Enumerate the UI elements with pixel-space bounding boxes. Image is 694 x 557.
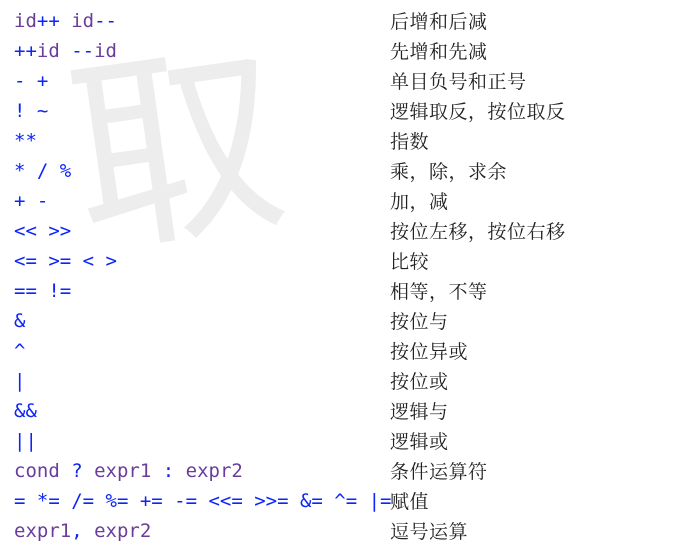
table-row: ! ~ 逻辑取反，按位取反 [14, 96, 680, 126]
identifier-token: expr2 [186, 460, 243, 482]
table-row: + - 加，减 [14, 186, 680, 216]
description-cell: 比较 [390, 246, 429, 276]
identifier-token: expr1 [94, 460, 163, 482]
identifier-token: id [71, 10, 94, 32]
table-row: - + 单目负号和正号 [14, 66, 680, 96]
operator-cell: ^ [14, 336, 390, 366]
description-cell: 先增和先减 [390, 36, 488, 66]
table-row: ^ 按位异或 [14, 336, 680, 366]
operator-token: == != [14, 280, 71, 302]
description-cell: 赋值 [390, 486, 429, 516]
operator-cell: + - [14, 186, 390, 216]
operator-cell: ** [14, 126, 390, 156]
operator-cell: id++ id-- [14, 6, 390, 36]
operator-cell: << >> [14, 216, 390, 246]
table-row: expr1, expr2逗号运算 [14, 516, 680, 546]
operator-token: -- [71, 40, 94, 62]
operator-token: , [71, 520, 94, 542]
operator-token: & [14, 310, 25, 332]
table-row: * / % 乘，除，求余 [14, 156, 680, 186]
operator-cell: cond ? expr1 : expr2 [14, 456, 390, 486]
operator-token: ! ~ [14, 100, 48, 122]
operator-table: id++ id--后增和后减++id --id先增和先减- +单目负号和正号! … [0, 0, 694, 552]
description-cell: 条件运算符 [390, 456, 488, 486]
table-row: id++ id--后增和后减 [14, 6, 680, 36]
identifier-token: id [94, 40, 117, 62]
operator-token: ** [14, 130, 37, 152]
operator-token: = *= /= %= += -= <<= >>= &= ^= |= [14, 490, 392, 512]
table-row: <= >= < > 比较 [14, 246, 680, 276]
table-row: ** 指数 [14, 126, 680, 156]
operator-token: ++ [14, 40, 37, 62]
table-row: = *= /= %= += -= <<= >>= &= ^= |=赋值 [14, 486, 680, 516]
operator-token: << >> [14, 220, 71, 242]
description-cell: 逻辑取反，按位取反 [390, 96, 566, 126]
operator-token: ^ [14, 340, 25, 362]
operator-token: - + [14, 70, 48, 92]
identifier-token: expr1 [14, 520, 71, 542]
description-cell: 乘，除，求余 [390, 156, 507, 186]
operator-cell: && [14, 396, 390, 426]
table-row: cond ? expr1 : expr2条件运算符 [14, 456, 680, 486]
operator-cell: == != [14, 276, 390, 306]
operator-cell: - + [14, 66, 390, 96]
identifier-token: id [37, 40, 71, 62]
operator-token: | [14, 370, 25, 392]
description-cell: 按位或 [390, 366, 449, 396]
identifier-token: id [14, 10, 37, 32]
description-cell: 后增和后减 [390, 6, 488, 36]
operator-token: * / % [14, 160, 71, 182]
description-cell: 逻辑与 [390, 396, 449, 426]
operator-token: -- [94, 10, 117, 32]
table-row: == != 相等，不等 [14, 276, 680, 306]
operator-cell: expr1, expr2 [14, 516, 390, 546]
operator-cell: ! ~ [14, 96, 390, 126]
operator-cell: & [14, 306, 390, 336]
operator-cell: | [14, 366, 390, 396]
description-cell: 按位异或 [390, 336, 468, 366]
operator-token: ? [71, 460, 94, 482]
description-cell: 逗号运算 [390, 516, 468, 546]
operator-cell: = *= /= %= += -= <<= >>= &= ^= |= [14, 486, 390, 516]
description-cell: 相等，不等 [390, 276, 488, 306]
operator-token: ++ [37, 10, 71, 32]
table-row: ++id --id先增和先减 [14, 36, 680, 66]
operator-token: || [14, 430, 37, 452]
table-row: || 逻辑或 [14, 426, 680, 456]
operator-cell: ++id --id [14, 36, 390, 66]
operator-token: <= >= < > [14, 250, 117, 272]
operator-cell: * / % [14, 156, 390, 186]
operator-cell: || [14, 426, 390, 456]
table-row: | 按位或 [14, 366, 680, 396]
identifier-token: cond [14, 460, 71, 482]
description-cell: 指数 [390, 126, 429, 156]
operator-token: + - [14, 190, 48, 212]
description-cell: 单目负号和正号 [390, 66, 527, 96]
table-row: << >> 按位左移，按位右移 [14, 216, 680, 246]
operator-cell: <= >= < > [14, 246, 390, 276]
description-cell: 加，减 [390, 186, 449, 216]
description-cell: 按位与 [390, 306, 449, 336]
identifier-token: expr2 [94, 520, 151, 542]
description-cell: 逻辑或 [390, 426, 449, 456]
table-row: & 按位与 [14, 306, 680, 336]
table-row: && 逻辑与 [14, 396, 680, 426]
operator-token: && [14, 400, 37, 422]
description-cell: 按位左移，按位右移 [390, 216, 566, 246]
operator-token: : [163, 460, 186, 482]
